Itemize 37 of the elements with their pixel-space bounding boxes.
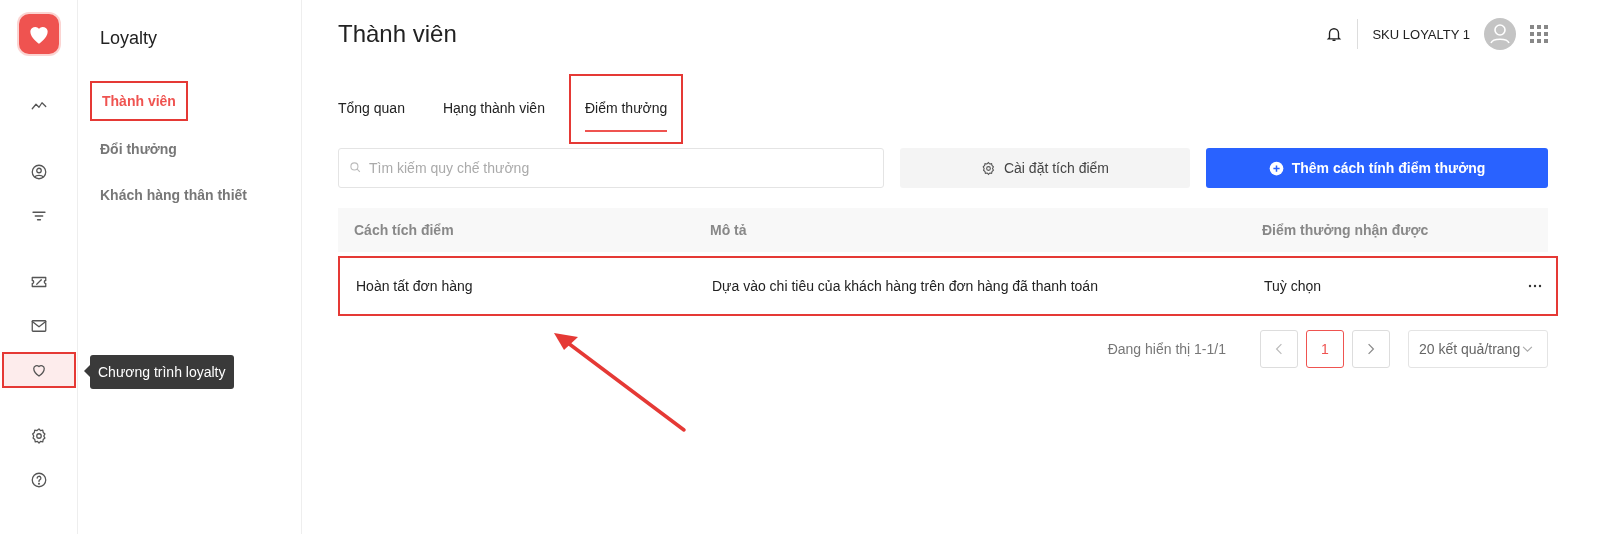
heart-logo-icon[interactable] (18, 14, 59, 54)
search-field[interactable]: Tìm kiếm quy chế thưởng (338, 148, 884, 188)
column-header: Cách tích điểm (353, 222, 455, 238)
chevron-right-icon (1367, 343, 1375, 355)
plus-circle-icon (1268, 160, 1284, 176)
page-size-dropdown[interactable]: 20 kết quả/trang (1408, 330, 1548, 368)
tab[interactable]: Tổng quan (338, 74, 419, 144)
sidebar-nav-item[interactable] (1, 352, 76, 388)
tooltip-pointer-icon (84, 365, 90, 377)
tab[interactable]: Điểm thưởng (568, 74, 684, 144)
section-title: Loyalty (99, 28, 159, 49)
table-cell: Dựa vào chi tiêu của khách hàng trên đơn hàng đã thanh toán (712, 278, 1098, 294)
caret-icon (1522, 345, 1534, 353)
page-title: Thành viên (338, 20, 457, 48)
add-button[interactable]: Thêm cách tính điểm thưởng (1206, 148, 1548, 188)
chevron-left-icon (1275, 343, 1283, 355)
search-icon (349, 161, 362, 174)
account-name[interactable]: SKU LOYALTY 1 (1372, 26, 1470, 42)
gear-icon (980, 160, 996, 176)
settings-icon (29, 427, 48, 445)
menu-item[interactable]: Khách hàng thân thiết (90, 177, 257, 213)
settings-button[interactable]: Cài đặt tích điểm (900, 148, 1190, 188)
table-cell: Hoàn tất đơn hàng (356, 278, 473, 294)
column-header: Mô tả (709, 222, 748, 238)
column-header: Điểm thưởng nhận được (1261, 222, 1430, 238)
tooltip: Chương trình loyalty (90, 355, 234, 389)
bell-icon[interactable] (1325, 25, 1344, 43)
table-row[interactable]: Hoàn tất đơn hàng Dựa vào chi tiêu của khách hàng trên đơn hàng đã thanh toán Tuỳ chọn (338, 256, 1558, 316)
apps-grid-icon[interactable] (1530, 25, 1548, 43)
user-circle-icon (29, 163, 48, 181)
tab[interactable]: Hạng thành viên (442, 74, 559, 144)
help-icon (29, 471, 48, 489)
table-cell: Tuỳ chọn (1264, 278, 1322, 294)
mail-icon (29, 317, 48, 335)
menu-item[interactable]: Đổi thưởng (90, 131, 187, 167)
pagination-summary: Đang hiển thị 1-1/1 (1107, 341, 1226, 357)
more-icon[interactable] (1528, 284, 1542, 288)
